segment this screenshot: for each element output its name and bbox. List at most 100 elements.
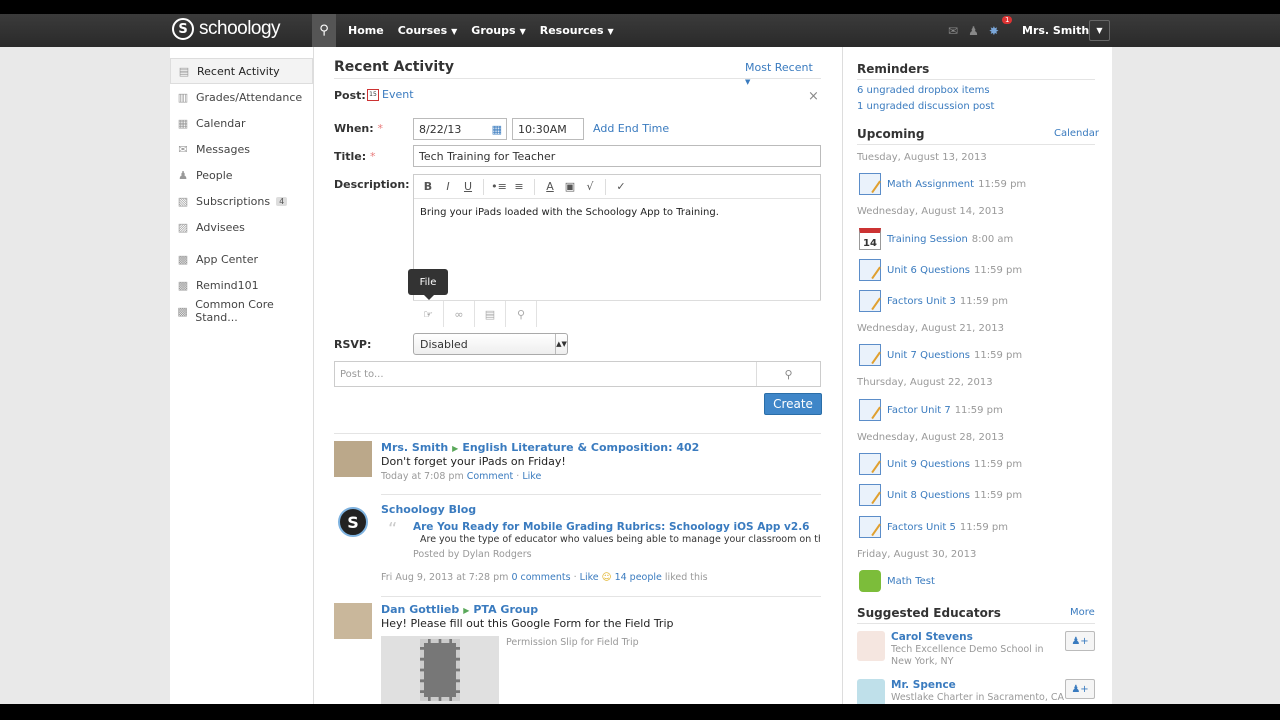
event-name: Unit 9 Questions <box>887 458 971 470</box>
reminder-discussion-link[interactable]: 1 ungraded discussion post <box>857 101 994 112</box>
upcoming-event[interactable]: Unit 9 Questions 11:59 pm <box>859 452 1022 476</box>
more-link[interactable]: More <box>1070 607 1095 618</box>
sidebar-item-advisees[interactable]: ▨ Advisees <box>170 214 313 240</box>
rsvp-select[interactable]: Disabled ▲▼ <box>413 333 568 355</box>
sidebar-item-app-center[interactable]: ▩ App Center <box>170 246 313 272</box>
add-end-time-link[interactable]: Add End Time <box>593 122 669 135</box>
date-header: Wednesday, August 14, 2013 <box>857 206 1004 217</box>
spellcheck-icon[interactable]: ✓ <box>613 180 629 193</box>
user-name[interactable]: Mrs. Smith <box>1022 14 1089 47</box>
search-icon[interactable]: ⚲ <box>312 14 336 47</box>
sidebar-item-subscriptions[interactable]: ▧ Subscriptions 4 <box>170 188 313 214</box>
sidebar-item-recent-activity[interactable]: ▤ Recent Activity <box>170 58 313 84</box>
bold-icon[interactable]: B <box>420 180 436 193</box>
file-tooltip: File <box>408 269 448 300</box>
upcoming-event[interactable]: Math Test <box>859 569 935 593</box>
numbered-list-icon[interactable]: ≡ <box>511 180 527 193</box>
add-educator-button[interactable]: ♟+ <box>1065 679 1095 699</box>
notifications-icon[interactable]: ✸ <box>989 24 999 38</box>
link-attach-icon[interactable]: ∞ <box>444 301 475 327</box>
sidebar-item-grades[interactable]: ▥ Grades/Attendance <box>170 84 313 110</box>
time-input[interactable]: 10:30AM <box>512 118 584 140</box>
calendar-link[interactable]: Calendar <box>1054 128 1099 139</box>
sidebar-item-messages[interactable]: ✉ Messages <box>170 136 313 162</box>
suggested-title: Suggested Educators <box>857 606 1001 620</box>
add-educator-button[interactable]: ♟+ <box>1065 631 1095 651</box>
italic-icon[interactable]: I <box>440 180 456 193</box>
target-link[interactable]: PTA Group <box>473 603 538 616</box>
add-person-icon: ♟+ <box>1071 683 1089 695</box>
post-type-label: Event <box>382 88 414 101</box>
avatar[interactable] <box>334 441 372 477</box>
post-to-input[interactable]: Post to... ⚲ <box>334 361 821 387</box>
post-time: Fri Aug 9, 2013 at 7:28 pm <box>381 572 509 583</box>
search-icon[interactable]: ⚲ <box>756 362 820 386</box>
nav-home[interactable]: Home <box>348 24 384 37</box>
messages-icon[interactable]: ✉ <box>948 24 958 38</box>
reminder-dropbox-link[interactable]: 6 ungraded dropbox items <box>857 85 990 96</box>
avatar[interactable] <box>857 631 885 661</box>
underline-icon[interactable]: U <box>460 180 476 193</box>
avatar[interactable] <box>334 603 372 639</box>
resource-attach-icon[interactable]: ▤ <box>475 301 506 327</box>
upcoming-event[interactable]: Math Assignment 11:59 pm <box>859 172 1026 196</box>
author-link[interactable]: Schoology Blog <box>381 503 476 516</box>
upcoming-event[interactable]: Factors Unit 3 11:59 pm <box>859 289 1008 313</box>
subscriptions-count: 4 <box>276 196 288 206</box>
upcoming-event[interactable]: Unit 6 Questions 11:59 pm <box>859 258 1022 282</box>
nav-resources[interactable]: Resources ▼ <box>540 24 614 37</box>
author-link[interactable]: Mrs. Smith <box>381 441 448 454</box>
date-input[interactable]: 8/22/13 ▦ <box>413 118 507 140</box>
target-link[interactable]: English Literature & Composition: 402 <box>462 441 699 454</box>
calendar-event-icon: 14 <box>859 228 881 250</box>
like-link[interactable]: Like <box>580 572 599 583</box>
attachment-title[interactable]: Permission Slip for Field Trip <box>506 637 639 648</box>
event-name: Unit 6 Questions <box>887 264 971 276</box>
upcoming-event[interactable]: Unit 8 Questions 11:59 pm <box>859 483 1022 507</box>
font-color-icon[interactable]: A <box>542 180 558 193</box>
toolbar-separator <box>483 178 484 195</box>
author-link[interactable]: Dan Gottlieb <box>381 603 459 616</box>
nav-groups-label: Groups <box>471 24 516 37</box>
nav-menu: Home Courses ▼ Groups ▼ Resources ▼ <box>348 14 614 47</box>
arrow-icon: ▶ <box>452 444 459 453</box>
user-menu-dropdown[interactable]: ▼ <box>1089 20 1110 41</box>
sidebar-item-people[interactable]: ♟ People <box>170 162 313 188</box>
common-core-icon: ▩ <box>177 304 188 318</box>
nav-groups[interactable]: Groups ▼ <box>471 24 525 37</box>
sidebar-item-remind101[interactable]: ▩ Remind101 <box>170 272 313 298</box>
sidebar-item-common-core[interactable]: ▩ Common Core Stand... <box>170 298 313 324</box>
likes-count-link[interactable]: 14 people <box>615 572 662 583</box>
description-text[interactable]: Bring your iPads loaded with the Schoolo… <box>414 199 820 226</box>
nav-courses[interactable]: Courses ▼ <box>398 24 458 37</box>
title-label-text: Title: <box>334 150 367 163</box>
highlight-icon[interactable]: ▣ <box>562 180 578 193</box>
upcoming-event[interactable]: Factor Unit 7 11:59 pm <box>859 398 1003 422</box>
file-attach-icon[interactable]: ☞ <box>413 301 444 327</box>
requests-icon[interactable]: ♟ <box>968 24 979 38</box>
title-input[interactable]: Tech Training for Teacher <box>413 145 821 167</box>
schoology-logo[interactable]: S schoology <box>172 18 281 40</box>
upcoming-event[interactable]: Unit 7 Questions 11:59 pm <box>859 343 1022 367</box>
special-chars-icon[interactable]: √ <box>582 180 598 193</box>
comment-link[interactable]: Comment <box>467 471 514 482</box>
educator-name[interactable]: Carol Stevens <box>891 631 973 643</box>
post-type-event[interactable]: 15 Event <box>367 88 414 101</box>
like-link[interactable]: Like <box>522 471 541 482</box>
create-button[interactable]: Create <box>764 393 822 415</box>
blog-headline[interactable]: Are You Ready for Mobile Grading Rubrics… <box>413 521 810 533</box>
calendar-picker-icon[interactable]: ▦ <box>492 123 502 136</box>
upcoming-event[interactable]: Factors Unit 5 11:59 pm <box>859 515 1008 539</box>
bullet-list-icon[interactable]: •≡ <box>491 180 507 193</box>
close-icon[interactable]: × <box>808 89 819 104</box>
date-header: Wednesday, August 28, 2013 <box>857 432 1004 443</box>
sidebar-item-calendar[interactable]: ▦ Calendar <box>170 110 313 136</box>
educator-name[interactable]: Mr. Spence <box>891 679 956 691</box>
schoology-blog-avatar[interactable]: S <box>338 507 368 537</box>
comments-link[interactable]: 0 comments <box>511 572 570 583</box>
attachment-thumbnail[interactable] <box>381 636 499 704</box>
blog-posted-by: Posted by Dylan Rodgers <box>413 549 532 560</box>
embed-attach-icon[interactable]: ⚲ <box>506 301 537 327</box>
upcoming-event[interactable]: 14 Training Session 8:00 am <box>859 227 1013 251</box>
sort-dropdown[interactable]: Most Recent ▼ <box>745 61 821 87</box>
